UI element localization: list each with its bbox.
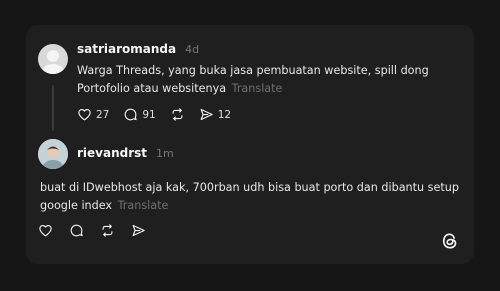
post-actions bbox=[38, 223, 162, 238]
timestamp[interactable]: 1m bbox=[156, 147, 174, 160]
share-button[interactable] bbox=[131, 223, 146, 238]
post-text: buat di IDwebhost aja kak, 700rban udh b… bbox=[40, 179, 460, 214]
comment-icon bbox=[70, 224, 83, 237]
thread-connector-line bbox=[52, 85, 54, 131]
username[interactable]: rievandrst bbox=[77, 146, 147, 160]
repost-icon bbox=[172, 108, 183, 121]
thread-card: satriaromanda 4d Warga Threads, yang buk… bbox=[26, 25, 474, 264]
heart-icon bbox=[39, 224, 52, 237]
reply-button[interactable]: 91 bbox=[123, 107, 156, 122]
send-icon bbox=[132, 224, 145, 237]
translate-link[interactable]: Translate bbox=[118, 199, 169, 212]
share-button[interactable]: 12 bbox=[199, 107, 231, 122]
like-button[interactable] bbox=[38, 223, 53, 238]
translate-link[interactable]: Translate bbox=[232, 82, 283, 95]
reply-button[interactable] bbox=[69, 223, 84, 238]
share-count: 12 bbox=[217, 108, 232, 121]
repost-button[interactable] bbox=[100, 223, 115, 238]
heart-icon bbox=[78, 108, 91, 121]
send-icon bbox=[200, 108, 213, 121]
avatar[interactable] bbox=[38, 44, 68, 74]
post-content: buat di IDwebhost aja kak, 700rban udh b… bbox=[40, 181, 459, 212]
threads-logo-icon[interactable] bbox=[440, 231, 460, 251]
timestamp[interactable]: 4d bbox=[185, 43, 199, 56]
like-count: 27 bbox=[96, 108, 110, 121]
post-text: Warga Threads, yang buka jasa pembuatan … bbox=[77, 62, 457, 97]
post-actions: 27 91 12 bbox=[77, 107, 245, 122]
repost-icon bbox=[102, 224, 113, 237]
comment-icon bbox=[125, 108, 138, 121]
reply-count: 91 bbox=[142, 108, 156, 121]
post-header: rievandrst 1m bbox=[77, 146, 174, 160]
repost-button[interactable] bbox=[170, 107, 185, 122]
post-header: satriaromanda 4d bbox=[77, 42, 199, 56]
username[interactable]: satriaromanda bbox=[77, 42, 176, 56]
avatar[interactable] bbox=[38, 139, 68, 169]
like-button[interactable]: 27 bbox=[77, 107, 109, 122]
